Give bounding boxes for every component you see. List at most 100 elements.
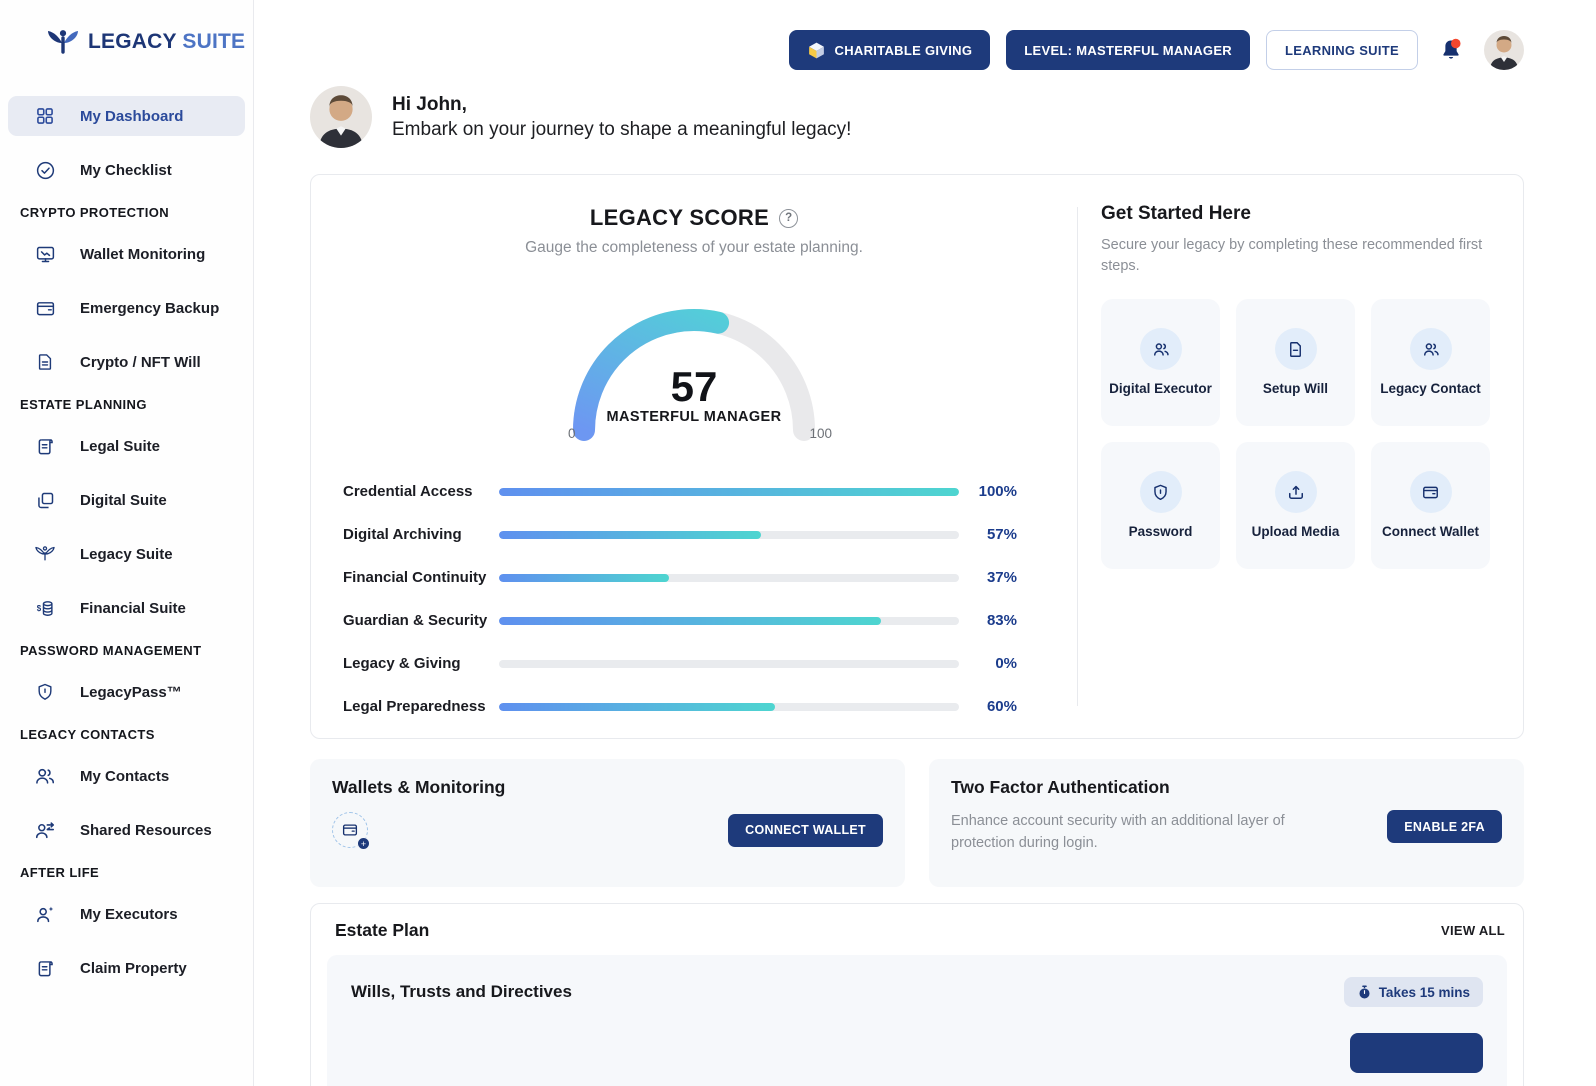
estate-item-title: Wills, Trusts and Directives — [351, 982, 572, 1002]
charitable-giving-label: CHARITABLE GIVING — [835, 43, 973, 58]
help-icon[interactable]: ? — [779, 209, 798, 228]
progress-fill — [499, 617, 881, 625]
sidebar-item-label: Emergency Backup — [80, 300, 219, 317]
tile-digital-executor[interactable]: Digital Executor — [1101, 299, 1220, 426]
tile-connect-wallet[interactable]: Connect Wallet — [1371, 442, 1490, 569]
enable-2fa-button[interactable]: ENABLE 2FA — [1387, 810, 1502, 843]
wallet-icon — [34, 297, 56, 319]
gift-cube-icon — [807, 41, 826, 60]
topbar: CHARITABLE GIVING LEVEL: MASTERFUL MANAG… — [310, 30, 1524, 70]
sidebar-item-label: Digital Suite — [80, 492, 167, 509]
tile-password[interactable]: Password — [1101, 442, 1220, 569]
two-factor-card: Two Factor Authentication Enhance accoun… — [929, 759, 1524, 887]
sidebar-item-shared-resources[interactable]: Shared Resources — [8, 810, 245, 850]
sidebar-item-my-contacts[interactable]: My Contacts — [8, 756, 245, 796]
greeting-title: Hi John, — [392, 94, 851, 116]
sidebar-section-after-life: AFTER LIFE — [0, 864, 253, 882]
bar-value: 60% — [959, 698, 1017, 715]
charitable-giving-button[interactable]: CHARITABLE GIVING — [789, 30, 991, 70]
bar-label: Credential Access — [343, 483, 499, 500]
greeting-subtitle: Embark on your journey to shape a meanin… — [392, 119, 851, 141]
users-icon — [34, 765, 56, 787]
sidebar-item-legacypass[interactable]: LegacyPass™ — [8, 672, 245, 712]
brand-name: LEGACY SUITE — [88, 30, 245, 54]
estate-plan-card: Estate Plan VIEW ALL Wills, Trusts and D… — [310, 903, 1524, 1086]
sidebar-item-legal-suite[interactable]: Legal Suite — [8, 426, 245, 466]
tile-label: Legacy Contact — [1374, 380, 1487, 397]
legacy-score-card: LEGACY SCORE ? Gauge the completeness of… — [310, 174, 1524, 739]
main-content: CHARITABLE GIVING LEVEL: MASTERFUL MANAG… — [254, 0, 1596, 1086]
sidebar-item-crypto-nft-will[interactable]: Crypto / NFT Will — [8, 342, 245, 382]
sidebar-item-my-executors[interactable]: My Executors — [8, 894, 245, 934]
connect-wallet-label: CONNECT WALLET — [745, 823, 866, 837]
sidebar-section-crypto-protection: CRYPTO PROTECTION — [0, 204, 253, 222]
bar-label: Financial Continuity — [343, 569, 499, 586]
progress-track — [499, 531, 959, 539]
check-circle-icon — [34, 159, 56, 181]
copy-pages-icon — [34, 489, 56, 511]
shield-icon — [1140, 471, 1182, 513]
sidebar-item-label: Legal Suite — [80, 438, 160, 455]
users-icon — [1410, 328, 1452, 370]
score-bar-row: Financial Continuity 37% — [343, 569, 1017, 586]
level-badge-button[interactable]: LEVEL: MASTERFUL MANAGER — [1006, 30, 1250, 70]
sidebar-item-label: Wallet Monitoring — [80, 246, 205, 263]
notifications-bell-icon[interactable] — [1434, 33, 1468, 67]
sidebar-item-claim-property[interactable]: Claim Property — [8, 948, 245, 988]
progress-fill — [499, 703, 775, 711]
sidebar-item-my-dashboard[interactable]: My Dashboard — [8, 96, 245, 136]
score-bar-row: Credential Access 100% — [343, 483, 1017, 500]
app-root: LEGACY SUITE My Dashboard My Checklist C… — [0, 0, 1596, 1086]
sidebar: LEGACY SUITE My Dashboard My Checklist C… — [0, 0, 254, 1086]
score-bar-row: Legal Preparedness 60% — [343, 698, 1017, 715]
middle-cards-row: Wallets & Monitoring + CONNECT WALLET — [310, 759, 1524, 887]
bar-label: Guardian & Security — [343, 612, 499, 629]
dashboard-grid-icon — [34, 105, 56, 127]
tile-upload-media[interactable]: Upload Media — [1236, 442, 1355, 569]
wallet-icon — [1410, 471, 1452, 513]
connect-wallet-button[interactable]: CONNECT WALLET — [728, 814, 883, 847]
view-all-link[interactable]: VIEW ALL — [1441, 923, 1505, 938]
user-star-icon — [34, 903, 56, 925]
progress-track — [499, 617, 959, 625]
sidebar-item-label: Claim Property — [80, 960, 187, 977]
brand-logo[interactable]: LEGACY SUITE — [0, 28, 253, 56]
estate-plan-item: Wills, Trusts and Directives Takes 15 mi… — [327, 955, 1507, 1086]
bar-value: 0% — [959, 655, 1017, 672]
sidebar-item-label: LegacyPass™ — [80, 684, 182, 701]
sidebar-item-label: My Dashboard — [80, 108, 183, 125]
wallets-card-title: Wallets & Monitoring — [332, 777, 883, 798]
tile-legacy-contact[interactable]: Legacy Contact — [1371, 299, 1490, 426]
bar-value: 83% — [959, 612, 1017, 629]
sidebar-item-emergency-backup[interactable]: Emergency Backup — [8, 288, 245, 328]
legacy-score-title: LEGACY SCORE — [590, 205, 769, 231]
bar-value: 37% — [959, 569, 1017, 586]
score-bar-row: Digital Archiving 57% — [343, 526, 1017, 543]
sidebar-item-my-checklist[interactable]: My Checklist — [8, 150, 245, 190]
sidebar-item-label: Legacy Suite — [80, 546, 173, 563]
sidebar-item-wallet-monitoring[interactable]: Wallet Monitoring — [8, 234, 245, 274]
tile-label: Setup Will — [1257, 380, 1334, 397]
sidebar-item-financial-suite[interactable]: $ Financial Suite — [8, 588, 245, 628]
add-wallet-icon[interactable]: + — [332, 812, 368, 848]
stopwatch-icon — [1357, 985, 1372, 1000]
sidebar-item-digital-suite[interactable]: Digital Suite — [8, 480, 245, 520]
sidebar-item-legacy-suite[interactable]: Legacy Suite — [8, 534, 245, 574]
tile-setup-will[interactable]: Setup Will — [1236, 299, 1355, 426]
legacy-bird-icon — [34, 543, 56, 565]
time-badge: Takes 15 mins — [1344, 977, 1483, 1007]
plus-badge-icon: + — [357, 837, 370, 850]
progress-track — [499, 574, 959, 582]
learning-suite-button[interactable]: LEARNING SUITE — [1266, 30, 1418, 70]
legacy-score-level: MASTERFUL MANAGER — [564, 409, 824, 425]
bar-value: 57% — [959, 526, 1017, 543]
progress-fill — [499, 488, 959, 496]
sidebar-item-label: Financial Suite — [80, 600, 186, 617]
estate-action-button[interactable] — [1350, 1033, 1483, 1073]
legacy-score-gauge: 57 MASTERFUL MANAGER 0 100 — [564, 295, 824, 441]
document-icon — [34, 351, 56, 373]
monitor-chart-icon — [34, 243, 56, 265]
sidebar-section-legacy-contacts: LEGACY CONTACTS — [0, 726, 253, 744]
get-started-title: Get Started Here — [1101, 203, 1490, 225]
profile-avatar[interactable] — [1484, 30, 1524, 70]
